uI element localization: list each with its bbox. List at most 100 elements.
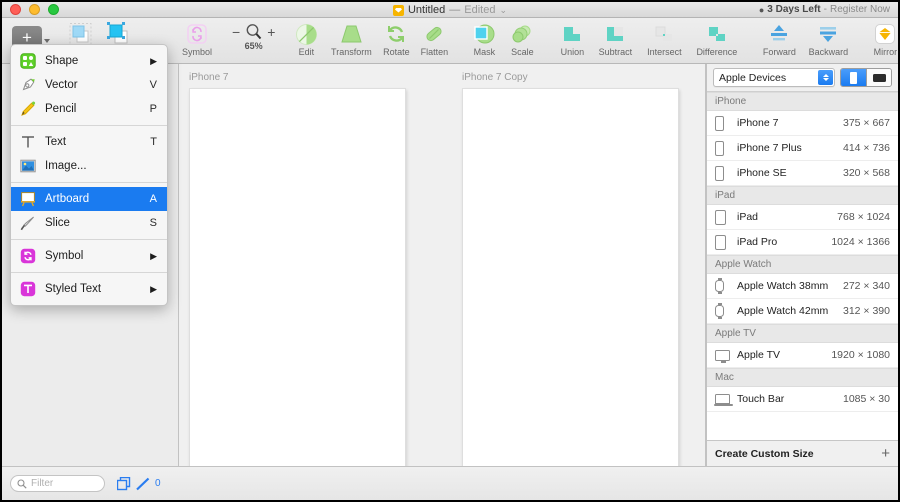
menu-item-slice[interactable]: Slice S bbox=[11, 211, 167, 235]
rotate-label: Rotate bbox=[383, 47, 410, 57]
list-item[interactable]: iPhone 7 375 × 667 bbox=[707, 111, 898, 136]
move-backward-button[interactable]: Backward bbox=[802, 18, 854, 57]
menu-item-styled-text[interactable]: Styled Text ▶ bbox=[11, 277, 167, 301]
zoom-control[interactable]: − + 65% bbox=[232, 18, 275, 52]
title-bar: Untitled — Edited ⌄ ● 3 Days Left - Regi… bbox=[2, 2, 898, 18]
orientation-toggle[interactable] bbox=[840, 68, 892, 87]
menu-item-pencil[interactable]: Pencil P bbox=[11, 97, 167, 121]
pixel-preview-icon[interactable] bbox=[117, 476, 131, 491]
create-custom-size-button[interactable]: Create Custom Size + bbox=[707, 440, 898, 466]
days-left-label: 3 Days Left bbox=[767, 4, 821, 15]
register-now-link[interactable]: Register Now bbox=[830, 4, 890, 15]
list-item[interactable]: iPad Pro 1024 × 1366 bbox=[707, 230, 898, 255]
union-button[interactable]: Union bbox=[553, 18, 591, 57]
transform-icon bbox=[340, 21, 363, 47]
menu-item-label: Symbol bbox=[45, 250, 84, 262]
list-item[interactable]: iPad 768 × 1024 bbox=[707, 205, 898, 230]
list-item[interactable]: Apple Watch 38mm 272 × 340 bbox=[707, 274, 898, 299]
menu-item-artboard[interactable]: Artboard A bbox=[11, 187, 167, 211]
plus-icon[interactable]: + bbox=[881, 446, 890, 461]
scale-button[interactable]: Scale bbox=[503, 18, 541, 57]
flatten-button[interactable]: Flatten bbox=[415, 18, 453, 57]
create-custom-size-label: Create Custom Size bbox=[715, 447, 814, 460]
intersect-button[interactable]: Intersect bbox=[639, 18, 689, 57]
inspector-panel: Apple Devices iPhone iPhone 7 375 × 667 … bbox=[706, 64, 898, 466]
symbol-icon bbox=[186, 21, 208, 47]
submenu-arrow-icon: ▶ bbox=[150, 55, 157, 66]
menu-item-image[interactable]: Image... bbox=[11, 154, 167, 178]
forward-label: Forward bbox=[762, 47, 796, 57]
minimize-button[interactable] bbox=[29, 4, 40, 15]
list-item[interactable]: iPhone 7 Plus 414 × 736 bbox=[707, 136, 898, 161]
menu-item-label: Image... bbox=[45, 160, 87, 172]
menu-item-shape[interactable]: Shape ▶ bbox=[11, 49, 167, 73]
chevron-down-icon[interactable] bbox=[44, 39, 50, 43]
ruler-icon[interactable] bbox=[136, 477, 150, 491]
edited-status: Edited bbox=[464, 4, 496, 16]
filter-placeholder: Filter bbox=[31, 478, 54, 489]
device-size: 1085 × 30 bbox=[842, 393, 890, 405]
close-button[interactable] bbox=[10, 4, 21, 15]
menu-item-label: Artboard bbox=[45, 193, 90, 205]
edit-label: Edit bbox=[298, 47, 315, 57]
rotate-button[interactable]: Rotate bbox=[377, 18, 415, 57]
text-icon bbox=[19, 134, 37, 150]
mask-icon bbox=[473, 21, 495, 47]
menu-item-symbol[interactable]: Symbol ▶ bbox=[11, 244, 167, 268]
chevron-down-icon[interactable]: ⌄ bbox=[499, 5, 507, 16]
intersect-label: Intersect bbox=[647, 47, 682, 57]
zoom-in-button[interactable]: + bbox=[267, 24, 275, 40]
list-item[interactable]: Apple TV 1920 × 1080 bbox=[707, 343, 898, 368]
rotate-icon bbox=[385, 21, 407, 47]
scale-icon bbox=[511, 21, 533, 47]
status-dot-icon: ● bbox=[758, 4, 765, 15]
zoom-out-button[interactable]: − bbox=[232, 24, 240, 40]
sketch-mirror-icon bbox=[874, 21, 896, 47]
menu-item-shortcut: P bbox=[149, 103, 157, 115]
list-item[interactable]: Apple Watch 42mm 312 × 390 bbox=[707, 299, 898, 324]
stepper-arrows-icon[interactable] bbox=[818, 70, 833, 85]
canvas[interactable]: iPhone 7 iPhone 7 Copy bbox=[179, 64, 706, 466]
magnifier-icon[interactable] bbox=[245, 23, 262, 40]
device-name: iPad Pro bbox=[737, 236, 778, 248]
menu-item-shortcut: S bbox=[149, 217, 157, 229]
zoom-button[interactable] bbox=[48, 4, 59, 15]
device-preset-select[interactable]: Apple Devices bbox=[713, 68, 835, 87]
union-icon bbox=[561, 21, 583, 47]
move-forward-button[interactable]: Forward bbox=[756, 18, 802, 57]
page-title: Untitled bbox=[407, 4, 446, 16]
difference-button[interactable]: Difference bbox=[689, 18, 744, 57]
list-item[interactable]: iPhone SE 320 × 568 bbox=[707, 161, 898, 186]
transform-button[interactable]: Transform bbox=[325, 18, 377, 57]
artboard-label[interactable]: iPhone 7 Copy bbox=[462, 72, 528, 83]
mirror-button[interactable]: Mirror bbox=[866, 18, 898, 57]
device-name: iPhone 7 Plus bbox=[737, 142, 802, 154]
insert-dropdown-menu[interactable]: Shape ▶ Vector V Pencil P Text T Image... Artboar… bbox=[10, 44, 168, 306]
landscape-icon[interactable] bbox=[866, 69, 891, 86]
sketch-window: Untitled — Edited ⌄ ● 3 Days Left - Regi… bbox=[0, 0, 900, 502]
filter-input[interactable]: Filter bbox=[10, 475, 105, 492]
list-item[interactable]: Touch Bar 1085 × 30 bbox=[707, 387, 898, 412]
license-status[interactable]: ● 3 Days Left - Register Now bbox=[759, 4, 890, 15]
device-size: 1024 × 1366 bbox=[831, 236, 890, 248]
artboard-label[interactable]: iPhone 7 bbox=[189, 72, 228, 83]
device-size: 768 × 1024 bbox=[837, 211, 890, 223]
menu-item-text[interactable]: Text T bbox=[11, 130, 167, 154]
menu-item-vector[interactable]: Vector V bbox=[11, 73, 167, 97]
zoom-level-label: 65% bbox=[244, 41, 263, 51]
artboard-icon bbox=[19, 191, 37, 207]
artboard[interactable] bbox=[462, 88, 679, 466]
symbol-label: Symbol bbox=[181, 47, 212, 57]
portrait-icon[interactable] bbox=[841, 69, 866, 86]
edit-button[interactable]: Edit bbox=[287, 18, 325, 57]
device-name: iPad bbox=[737, 211, 759, 223]
mac-icon bbox=[714, 394, 735, 406]
menu-divider bbox=[11, 239, 167, 240]
symbol-icon bbox=[19, 248, 37, 264]
device-name: Apple Watch 38mm bbox=[737, 280, 829, 292]
device-list[interactable]: iPhone iPhone 7 375 × 667 iPhone 7 Plus … bbox=[707, 92, 898, 440]
artboard[interactable] bbox=[189, 88, 406, 466]
mask-button[interactable]: Mask bbox=[465, 18, 503, 57]
symbol-button[interactable]: Symbol bbox=[178, 18, 216, 57]
subtract-button[interactable]: Subtract bbox=[591, 18, 639, 57]
